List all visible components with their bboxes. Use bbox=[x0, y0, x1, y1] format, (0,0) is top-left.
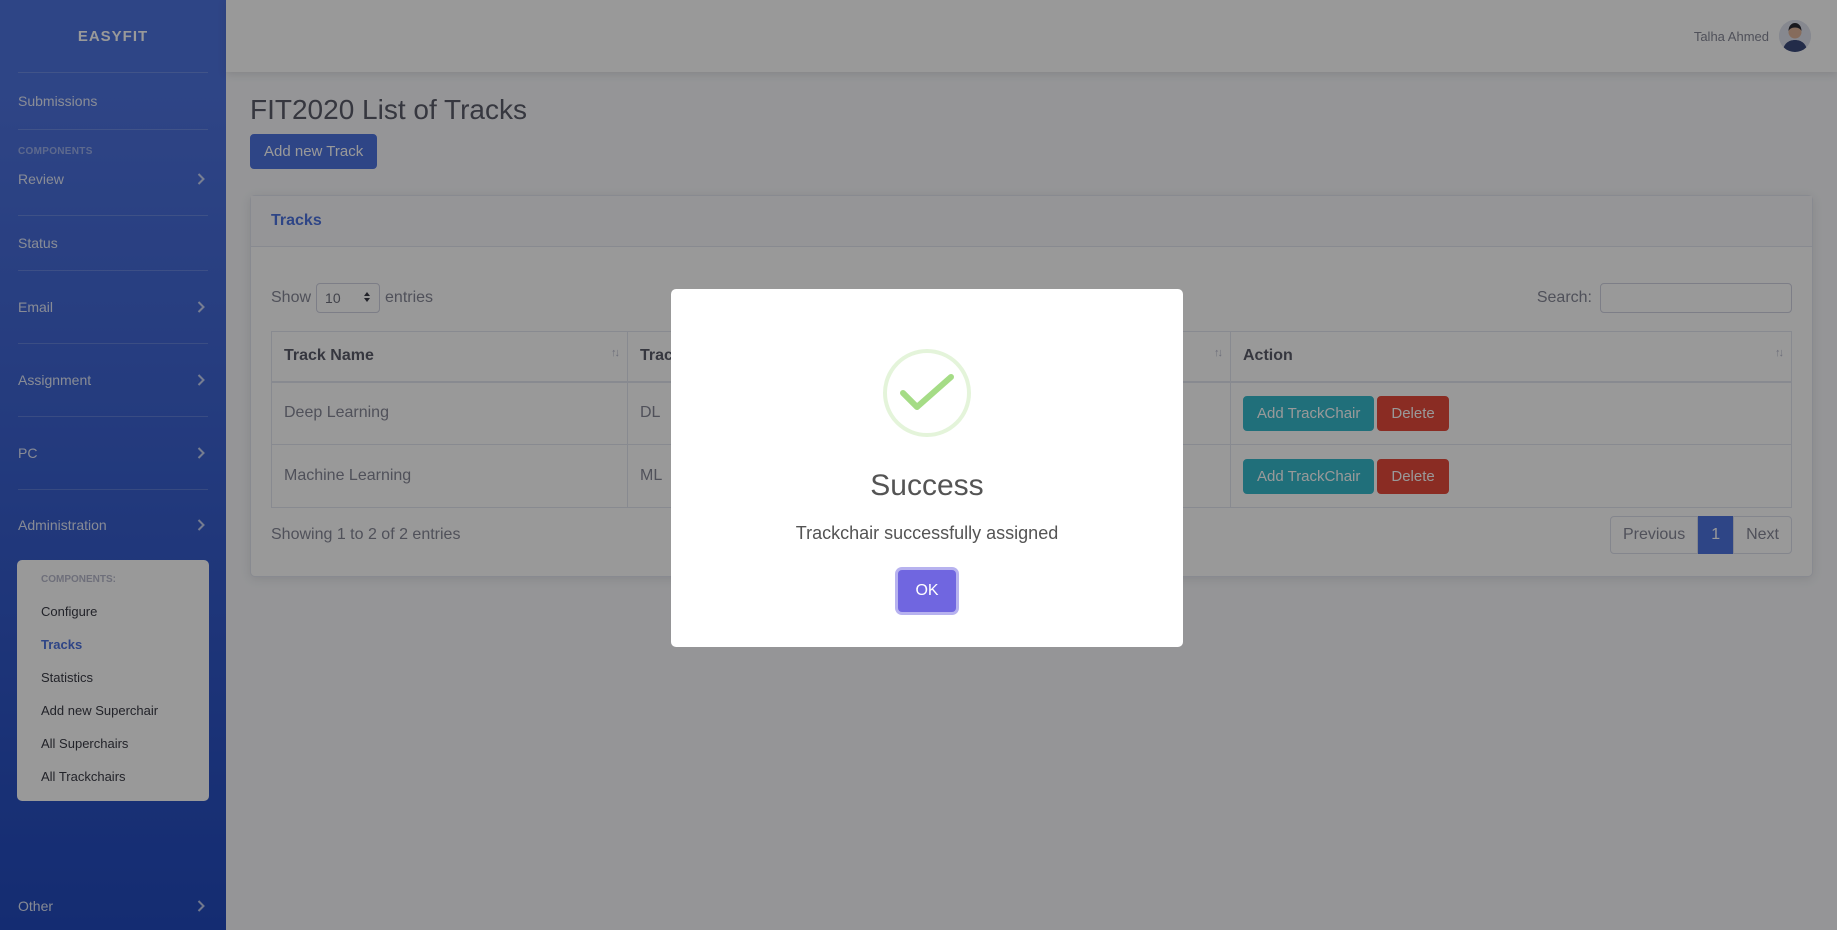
dialog-message: Trackchair successfully assigned bbox=[795, 523, 1059, 543]
dialog-title: Success bbox=[870, 469, 984, 502]
success-check-icon bbox=[883, 349, 971, 437]
ok-button[interactable]: OK bbox=[898, 570, 956, 612]
success-dialog: Success Trackchair successfully assigned… bbox=[671, 289, 1183, 647]
